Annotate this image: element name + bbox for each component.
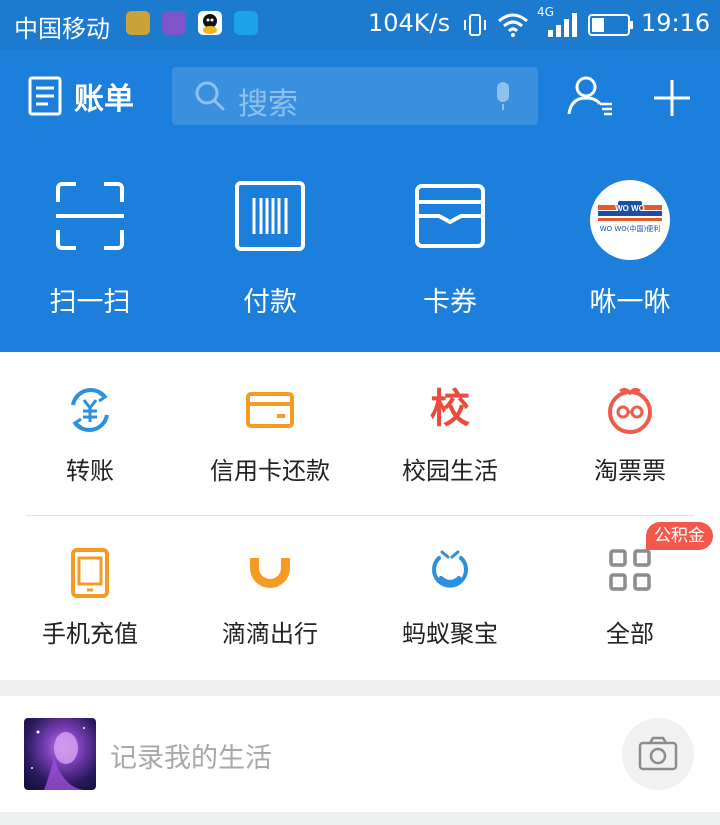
ant-fortune-icon <box>432 550 468 588</box>
search-input[interactable]: 搜索 <box>172 67 538 125</box>
service-phone-recharge[interactable]: 手机充值 <box>0 548 180 688</box>
svg-text:WO WO(中国)便利: WO WO(中国)便利 <box>600 224 661 233</box>
credit-card-icon <box>246 392 294 428</box>
scan-icon <box>56 182 124 250</box>
service-transfer[interactable]: 转账 <box>0 385 180 525</box>
quick-action-label: 卡券 <box>423 287 477 318</box>
vibrate-icon <box>464 14 486 36</box>
service-label: 校园生活 <box>402 457 498 485</box>
notification-app-icon-1 <box>126 11 150 35</box>
search-placeholder: 搜索 <box>238 87 298 122</box>
barcode-icon <box>235 181 305 251</box>
quick-action-pay[interactable]: 付款 <box>180 180 360 320</box>
service-label: 蚂蚁聚宝 <box>402 620 498 648</box>
service-credit-card[interactable]: 信用卡还款 <box>180 385 360 525</box>
app-header: 账单 搜索 扫一扫 付款 卡券 WO WO WO WO(中国)便利 咻一咻 <box>0 50 720 352</box>
wifi-icon <box>498 13 528 37</box>
service-label: 滴滴出行 <box>222 620 318 648</box>
svg-text:WO WO: WO WO <box>615 204 645 213</box>
carrier-name: 中国移动 <box>14 15 110 43</box>
notification-app-icon-2 <box>234 11 258 35</box>
taopiaopiao-icon <box>608 387 652 434</box>
signal-icon <box>548 13 577 37</box>
quick-action-label: 扫一扫 <box>49 287 131 318</box>
service-label: 淘票票 <box>594 457 666 485</box>
grid-divider <box>26 515 694 516</box>
clock: 19:16 <box>641 9 711 37</box>
status-bar: 中国移动 104K/s 4G 19:16 <box>0 0 720 50</box>
service-label: 全部 <box>606 620 654 648</box>
camera-icon <box>638 736 678 771</box>
notification-qq-icon <box>198 11 222 35</box>
campus-icon: 校 <box>430 386 470 432</box>
avatar[interactable] <box>24 718 96 790</box>
camera-button[interactable] <box>622 718 694 790</box>
phone-recharge-icon <box>71 548 109 598</box>
bill-label: 账单 <box>74 82 134 117</box>
transfer-icon <box>71 388 109 432</box>
quick-action-xiu[interactable]: WO WO WO WO(中国)便利 咻一咻 <box>540 180 720 320</box>
service-all[interactable]: 全部 <box>540 548 720 688</box>
service-label: 手机充值 <box>42 620 138 648</box>
service-ant-fortune[interactable]: 蚂蚁聚宝 <box>360 548 540 688</box>
didi-icon <box>250 558 290 588</box>
quick-action-label: 付款 <box>243 287 297 318</box>
microphone-icon[interactable] <box>492 81 514 111</box>
bill-button[interactable]: 账单 <box>28 75 134 117</box>
add-icon[interactable] <box>652 78 692 118</box>
service-label: 信用卡还款 <box>210 457 330 485</box>
contacts-icon[interactable] <box>566 74 616 118</box>
card-wallet-icon <box>415 184 485 248</box>
life-post-bar[interactable]: 记录我的生活 <box>0 696 720 812</box>
bill-icon <box>28 76 62 116</box>
service-label: 转账 <box>66 457 114 485</box>
service-didi[interactable]: 滴滴出行 <box>180 548 360 688</box>
quick-action-label: 咻一咻 <box>589 287 671 318</box>
quick-action-cards[interactable]: 卡券 <box>360 180 540 320</box>
network-speed: 104K/s <box>368 9 451 37</box>
service-campus[interactable]: 校 校园生活 <box>360 385 540 525</box>
wowo-logo-icon: WO WO WO WO(中国)便利 <box>590 180 670 260</box>
search-icon <box>195 81 225 111</box>
notification-gallery-icon <box>162 11 186 35</box>
service-taopiaopiao[interactable]: 淘票票 <box>540 385 720 525</box>
housing-fund-badge: 公积金 <box>646 522 713 550</box>
service-grid: 转账 信用卡还款 校 校园生活 淘票票 手机充值 滴滴出行 蚂蚁聚宝 全部 公积… <box>0 352 720 680</box>
post-placeholder[interactable]: 记录我的生活 <box>110 736 272 775</box>
battery-icon <box>588 14 633 36</box>
grid-all-icon <box>609 549 651 591</box>
quick-action-scan[interactable]: 扫一扫 <box>0 180 180 320</box>
